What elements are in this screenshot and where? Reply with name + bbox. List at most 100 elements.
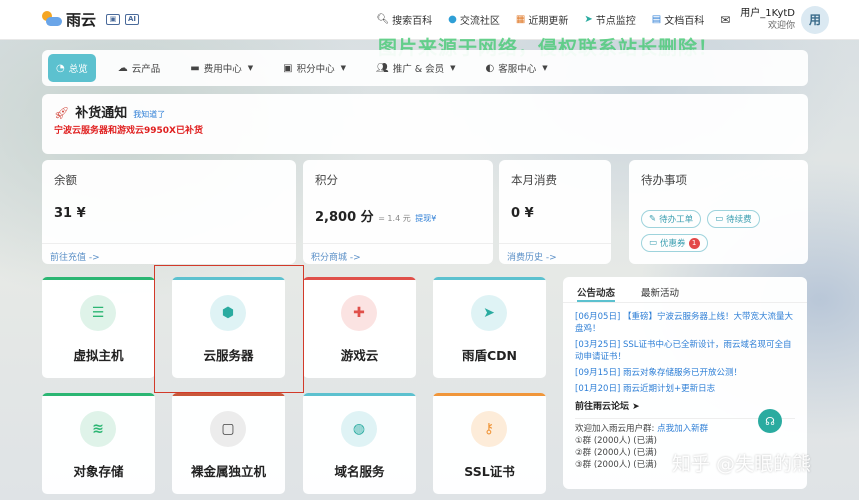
cloud-products-icon: ☁ xyxy=(117,62,128,74)
points-mall-link[interactable]: 积分商城 -> xyxy=(311,250,361,263)
nav-forum[interactable]: ● 交流社区 xyxy=(448,12,500,27)
service-domain[interactable]: ◍ 域名服务 xyxy=(303,393,416,494)
monthly-value: 0 ¥ xyxy=(511,206,534,221)
chip-icon: ▢ xyxy=(210,411,246,447)
notice-body: 宁波云服务器和游戏云9950X已补货 xyxy=(54,126,203,136)
tab-overview[interactable]: ◔ 总览 xyxy=(48,54,96,82)
service-cdn[interactable]: ➤ 雨盾CDN xyxy=(433,277,546,378)
points-value-row: 2,800 分 = 1.4 元 提现¥ xyxy=(315,206,436,225)
recharge-link[interactable]: 前往充值 -> xyxy=(50,250,100,263)
forum-link[interactable]: 前往雨云论坛 ➤ xyxy=(575,399,795,412)
tab-points[interactable]: ▣ 积分中心 ▼ xyxy=(275,57,354,79)
chevron-down-icon: ▼ xyxy=(340,64,346,72)
ai-icon[interactable]: AI xyxy=(125,14,140,25)
nav-monitor[interactable]: ➤ 节点监控 xyxy=(584,12,635,27)
tab-label: 费用中心 xyxy=(203,64,242,75)
service-bare-metal[interactable]: ▢ 裸金属独立机 xyxy=(172,393,285,494)
image-icon[interactable]: ▣ xyxy=(106,14,121,25)
globe-icon: ◍ xyxy=(341,411,377,447)
service-name: 对象存储 xyxy=(73,464,124,479)
rocket-icon: 🚀︎ xyxy=(54,106,70,120)
coupon-icon: ▭ xyxy=(649,238,658,248)
user-menu[interactable]: 用户_1KytD 欢迎你 用 xyxy=(740,5,829,34)
balance-label: 余额 xyxy=(54,173,77,187)
user-welcome: 欢迎你 xyxy=(767,20,795,31)
billing-icon: ▬ xyxy=(190,62,200,74)
service-name: 域名服务 xyxy=(334,464,385,479)
send-icon: ➤ xyxy=(632,402,640,412)
nav-search[interactable]: 🔍︎ 搜索百科 xyxy=(376,12,432,27)
history-link[interactable]: 消费历史 -> xyxy=(507,250,557,263)
service-name: 虚拟主机 xyxy=(73,348,124,363)
avatar[interactable]: 用 xyxy=(801,5,829,34)
points-label: 积分 xyxy=(315,173,338,187)
nav-updates[interactable]: ▦ 近期更新 xyxy=(516,12,568,27)
tab-label: 推广 & 会员 xyxy=(392,64,445,75)
announcement-item[interactable]: [09月15日] 雨云对象存储服务已开放公测！ xyxy=(575,367,795,379)
nav-label: 文档百科 xyxy=(664,16,705,27)
database-icon: ≋ xyxy=(80,411,116,447)
tab-label: 云产品 xyxy=(131,64,161,75)
support-chat-button[interactable]: ☊ xyxy=(758,409,782,433)
send-icon: ➤ xyxy=(471,295,507,331)
restock-notice: 🚀︎ 补货通知 我知道了 宁波云服务器和游戏云9950X已补货 xyxy=(42,94,808,154)
mail-button[interactable]: ✉ xyxy=(720,13,730,27)
brand-name: 雨云 xyxy=(66,11,97,29)
points-value: 2,800 分 xyxy=(315,210,374,225)
service-virtual-host[interactable]: ☰ 虚拟主机 xyxy=(42,277,155,378)
todo-tag-label: 待办工单 xyxy=(659,215,694,225)
tab-billing[interactable]: ▬ 费用中心 ▼ xyxy=(182,57,261,79)
headset-icon: ☊ xyxy=(765,414,775,428)
service-game-cloud[interactable]: ✚ 游戏云 xyxy=(303,277,416,378)
group-item: ①群 (2000人) (已满) xyxy=(575,436,657,446)
tab-announcements[interactable]: 公告动态 xyxy=(577,285,616,302)
brand-logo[interactable]: 雨云 ▣ AI xyxy=(42,9,140,30)
tab-label: 积分中心 xyxy=(296,64,335,75)
service-name: SSL证书 xyxy=(464,464,515,479)
points-card: 积分 2,800 分 = 1.4 元 提现¥ 积分商城 -> xyxy=(303,160,493,264)
withdraw-link[interactable]: 提现¥ xyxy=(415,214,436,223)
notice-dismiss-link[interactable]: 我知道了 xyxy=(133,109,165,120)
announcement-item[interactable]: [01月20日] 雨云近期计划+更新日志 xyxy=(575,383,795,395)
tab-activities[interactable]: 最新活动 xyxy=(641,285,679,302)
todo-coupons-button[interactable]: ▭ 优惠券 1 xyxy=(641,234,708,252)
service-name: 裸金属独立机 xyxy=(190,464,266,479)
users-icon: 👥︎ xyxy=(375,62,389,74)
todo-tag-label: 优惠券 xyxy=(660,239,686,249)
group-intro: 欢迎加入雨云用户群: xyxy=(575,424,655,434)
tab-label: 客服中心 xyxy=(498,64,537,75)
nav-label: 节点监控 xyxy=(595,16,636,27)
main-tabs: ◔ 总览 ☁ 云产品 ▬ 费用中心 ▼ ▣ 积分中心 ▼ 👥︎ 推广 & 会员 ▼ ◐ 客服中心 ▼ xyxy=(42,50,808,86)
service-object-storage[interactable]: ≋ 对象存储 xyxy=(42,393,155,494)
todo-tickets-button[interactable]: ✎ 待办工单 xyxy=(641,210,702,228)
chevron-down-icon: ▼ xyxy=(542,64,548,72)
calendar-icon: ▦ xyxy=(515,14,526,25)
key-icon: ⚷ xyxy=(471,411,507,447)
points-rate: = 1.4 元 xyxy=(378,214,411,223)
service-ssl[interactable]: ⚷ SSL证书 xyxy=(433,393,546,494)
join-group-link[interactable]: 点我加入新群 xyxy=(657,424,708,434)
todo-tag-label: 待续费 xyxy=(726,215,752,225)
chevron-down-icon: ▼ xyxy=(450,64,456,72)
tab-support[interactable]: ◐ 客服中心 ▼ xyxy=(478,57,556,79)
headset-icon: ◐ xyxy=(485,62,495,74)
tab-cloud-products[interactable]: ☁ 云产品 xyxy=(110,57,169,79)
chevron-down-icon: ▼ xyxy=(247,64,254,72)
gift-icon: ▣ xyxy=(283,62,293,74)
server-icon: ☰ xyxy=(80,295,116,331)
nav-docs[interactable]: ▤ 文档百科 xyxy=(652,12,704,27)
tab-promotion[interactable]: 👥︎ 推广 & 会员 ▼ xyxy=(368,57,464,79)
dashboard-icon: ◔ xyxy=(56,62,65,74)
forum-icon: ● xyxy=(448,14,457,25)
todo-renew-button[interactable]: ▭ 待续费 xyxy=(707,210,760,228)
announcement-item[interactable]: [06月05日] 【重磅】宁波云服务器上线！大带宽大流量大盘鸡！ xyxy=(575,311,795,335)
announcement-item[interactable]: [03月25日] SSL证书中心已全新设计，雨云域名现可全自动申请证书！ xyxy=(575,339,795,363)
book-icon: ▤ xyxy=(651,14,662,25)
search-icon: 🔍︎ xyxy=(376,14,390,25)
monthly-card: 本月消费 0 ¥ 消费历史 -> xyxy=(499,160,611,264)
tab-label: 总览 xyxy=(68,64,88,75)
gamepad-icon: ✚ xyxy=(341,295,377,331)
user-name: 用户_1KytD xyxy=(740,7,795,19)
coupon-count-badge: 1 xyxy=(688,237,700,249)
balance-card: 余额 31 ¥ 前往充值 -> xyxy=(42,160,296,264)
